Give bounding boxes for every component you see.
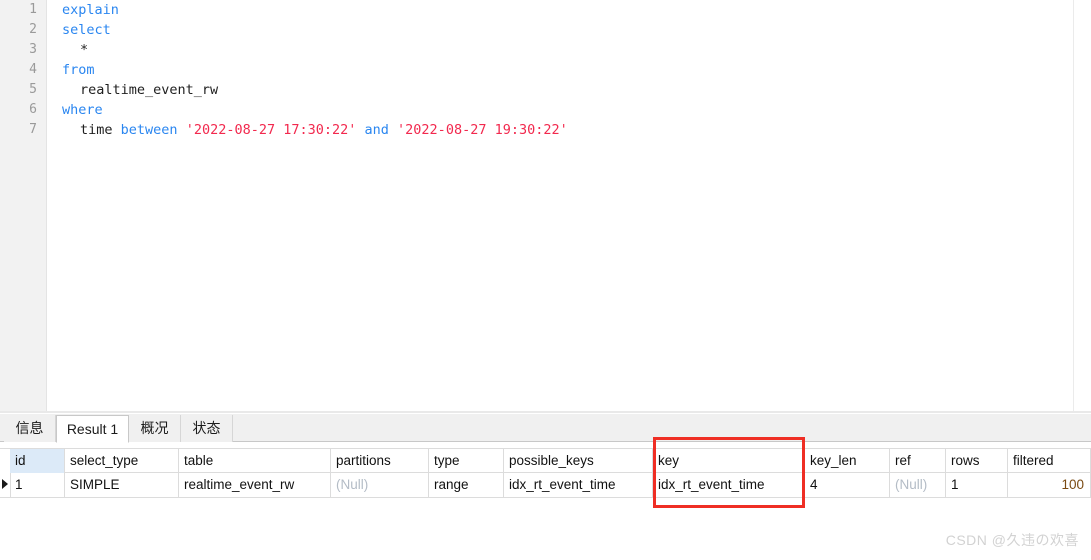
cell-key_len[interactable]: 4 bbox=[805, 473, 890, 497]
column-header-select_type[interactable]: select_type bbox=[65, 449, 179, 473]
code-token: between bbox=[120, 122, 178, 138]
line-number: 2 bbox=[29, 22, 37, 37]
result-grid-header-row: id select_type table partitions type possible… bbox=[0, 448, 1091, 473]
cell-key[interactable]: idx_rt_event_time bbox=[653, 473, 805, 497]
code-line[interactable]: select bbox=[48, 20, 1073, 40]
column-header-ref[interactable]: ref bbox=[890, 449, 946, 473]
line-number: 6 bbox=[29, 102, 37, 117]
editor-code-area[interactable]: explain select * from realtime_event_rwwhere… bbox=[48, 0, 1073, 413]
tab-概况[interactable]: 概况 bbox=[129, 415, 181, 442]
cell-select_type[interactable]: SIMPLE bbox=[65, 473, 179, 497]
code-line[interactable]: * bbox=[48, 40, 1073, 60]
column-header-key[interactable]: key bbox=[653, 449, 805, 473]
editor-line-number-gutter: 1 2 3 4 5 6 7 bbox=[0, 0, 47, 413]
table-row[interactable]: 1 SIMPLE realtime_event_rw (Null) range idx_r… bbox=[0, 473, 1091, 498]
code-token: time bbox=[80, 122, 121, 138]
column-header-filtered[interactable]: filtered bbox=[1008, 449, 1091, 473]
line-number: 1 bbox=[29, 2, 37, 17]
column-header-possible_keys[interactable]: possible_keys bbox=[504, 449, 653, 473]
tab-label: 概况 bbox=[140, 420, 169, 436]
column-header-id[interactable]: id bbox=[10, 449, 65, 473]
cell-table[interactable]: realtime_event_rw bbox=[179, 473, 331, 497]
code-token: '2022-08-27 19:30:22' bbox=[397, 122, 568, 138]
cell-filtered[interactable]: 100 bbox=[1008, 473, 1091, 497]
tab-label: Result 1 bbox=[66, 421, 119, 437]
column-header-rows[interactable]: rows bbox=[946, 449, 1008, 473]
sql-editor[interactable]: 1 2 3 4 5 6 7 explain select * from realtime_event… bbox=[0, 0, 1091, 413]
line-number: 3 bbox=[29, 42, 37, 57]
tab-label: 状态 bbox=[192, 420, 221, 436]
column-header-key_len[interactable]: key_len bbox=[805, 449, 890, 473]
code-token: '2022-08-27 17:30:22' bbox=[185, 122, 357, 138]
cell-ref[interactable]: (Null) bbox=[890, 473, 946, 497]
column-header-table[interactable]: table bbox=[179, 449, 331, 473]
code-token: from bbox=[62, 62, 95, 78]
cell-id[interactable]: 1 bbox=[10, 473, 65, 497]
cell-rows[interactable]: 1 bbox=[946, 473, 1008, 497]
code-line[interactable]: explain bbox=[48, 0, 1073, 20]
code-line[interactable]: from bbox=[48, 60, 1073, 80]
tab-result-1[interactable]: Result 1 bbox=[56, 415, 129, 443]
code-token: where bbox=[62, 102, 103, 118]
tab-label: 信息 bbox=[15, 420, 44, 436]
column-header-partitions[interactable]: partitions bbox=[331, 449, 429, 473]
column-header-type[interactable]: type bbox=[429, 449, 504, 473]
code-token: select bbox=[62, 22, 111, 38]
current-row-marker-icon bbox=[2, 479, 8, 489]
tab-信息[interactable]: 信息 bbox=[4, 415, 56, 442]
editor-right-gutter bbox=[1073, 0, 1091, 413]
code-line[interactable]: time between '2022-08-27 17:30:22' and '… bbox=[48, 120, 1073, 140]
code-line[interactable]: realtime_event_rw bbox=[48, 80, 1073, 100]
code-line[interactable]: where bbox=[48, 100, 1073, 120]
cell-possible_keys[interactable]: idx_rt_event_time bbox=[504, 473, 653, 497]
cell-partitions[interactable]: (Null) bbox=[331, 473, 429, 497]
code-token: and bbox=[364, 122, 389, 138]
code-token: explain bbox=[62, 2, 119, 18]
tab-状态[interactable]: 状态 bbox=[181, 415, 233, 442]
result-panel-tabbar: 信息 Result 1 概况 状态 bbox=[0, 414, 1091, 443]
line-number: 4 bbox=[29, 62, 37, 77]
code-token: realtime_event_rw bbox=[80, 82, 219, 98]
line-number: 7 bbox=[29, 122, 37, 137]
editor-bottom-divider bbox=[0, 411, 1091, 413]
explain-result-grid[interactable]: id select_type table partitions type possible… bbox=[0, 442, 1091, 502]
watermark: CSDN @久违の欢喜 bbox=[945, 532, 1079, 548]
line-number: 5 bbox=[29, 82, 37, 97]
cell-type[interactable]: range bbox=[429, 473, 504, 497]
code-token: * bbox=[80, 42, 89, 58]
